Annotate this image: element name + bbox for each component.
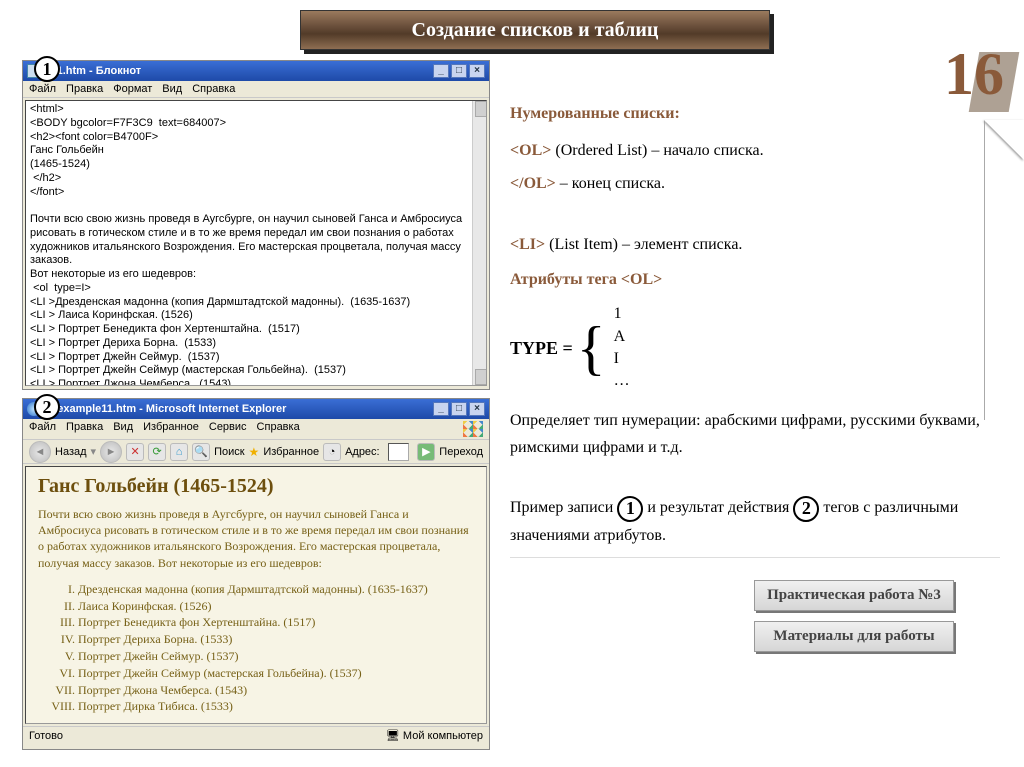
list-item: Портрет Джейн Сеймур (мастерская Гольбей… bbox=[78, 665, 474, 682]
ol-open-desc: (Ordered List) – начало списка. bbox=[555, 142, 763, 159]
rendered-paragraph: Почти всю свою жизнь проведя в Аугсбурге… bbox=[38, 506, 474, 571]
home-button[interactable]: ⌂ bbox=[170, 443, 188, 461]
menu-favorites[interactable]: Избранное bbox=[143, 421, 199, 437]
notepad-content[interactable]: <html> <BODY bgcolor=F7F3C9 text=684007>… bbox=[25, 100, 487, 386]
ie-statusbar: Готово 🖥 Мой компьютер bbox=[23, 726, 489, 744]
section-header: Нумерованные списки: bbox=[510, 100, 1000, 127]
menu-help[interactable]: Справка bbox=[257, 421, 300, 437]
badge-one: 1 bbox=[34, 56, 60, 82]
list-item: Портрет Бенедикта фон Хертенштайна. (151… bbox=[78, 614, 474, 631]
slide-title: Создание списков и таблиц bbox=[300, 10, 770, 50]
go-label: Переход bbox=[439, 446, 483, 458]
minimize-button[interactable]: _ bbox=[433, 402, 449, 416]
search-button[interactable]: 🔍 bbox=[192, 443, 210, 461]
menu-file[interactable]: Файл bbox=[29, 83, 56, 95]
address-label: Адрес: bbox=[345, 446, 380, 458]
menu-tools[interactable]: Сервис bbox=[209, 421, 247, 437]
type-option: I bbox=[614, 348, 630, 370]
type-figure: TYPE = { 1 A I … bbox=[510, 303, 1000, 393]
notepad-code: <html> <BODY bgcolor=F7F3C9 text=684007>… bbox=[30, 103, 465, 386]
my-computer-icon: 🖥 bbox=[386, 730, 403, 742]
inline-badge-two: 2 bbox=[793, 496, 819, 522]
scrollbar[interactable] bbox=[472, 101, 486, 385]
list-item: Портрет Дериха Борна. (1533) bbox=[78, 631, 474, 648]
ol-close-desc: – конец списка. bbox=[560, 175, 665, 192]
ie-window: le\example11.htm - Microsoft Internet Ex… bbox=[22, 398, 490, 750]
type-option: 1 bbox=[614, 303, 630, 325]
stop-button[interactable]: ✕ bbox=[126, 443, 144, 461]
notepad-window: e11.htm - Блокнот _ □ × Файл Правка Форм… bbox=[22, 60, 490, 390]
type-option: … bbox=[614, 370, 630, 392]
media-button[interactable]: ◔ bbox=[323, 443, 341, 461]
ol-open-tag: <OL> bbox=[510, 142, 551, 159]
menu-file[interactable]: Файл bbox=[29, 421, 56, 437]
li-tag: <LI> bbox=[510, 236, 545, 253]
example-mid: и результат действия bbox=[647, 499, 793, 516]
status-zone: Мой компьютер bbox=[403, 730, 483, 742]
list-item: Портрет Дирка Тибиса. (1533) bbox=[78, 698, 474, 715]
ie-menubar: Файл Правка Вид Избранное Сервис Справка bbox=[23, 419, 489, 440]
menu-format[interactable]: Формат bbox=[113, 83, 152, 95]
back-label: Назад bbox=[55, 446, 87, 458]
action-buttons: Практическая работа №3 Материалы для раб… bbox=[754, 580, 954, 662]
example-line: Пример записи 1 и результат действия 2 т… bbox=[510, 494, 1000, 549]
favorites-icon[interactable]: ★ bbox=[249, 445, 260, 459]
rendered-title: Ганс Гольбейн (1465-1524) bbox=[38, 475, 474, 498]
defines-text: Определяет тип нумерации: арабскими цифр… bbox=[510, 407, 1000, 461]
inline-badge-one: 1 bbox=[617, 496, 643, 522]
windows-logo-icon bbox=[463, 421, 483, 437]
separator-line bbox=[510, 557, 1000, 558]
status-ready: Готово bbox=[29, 730, 63, 742]
list-item: Дрезденская мадонна (копия Дармштадтской… bbox=[78, 581, 474, 598]
example-before: Пример записи bbox=[510, 499, 617, 516]
menu-view[interactable]: Вид bbox=[113, 421, 133, 437]
ol-close-tag: </OL> bbox=[510, 175, 556, 192]
rendered-list: Дрезденская мадонна (копия Дармштадтской… bbox=[78, 581, 474, 715]
favorites-label: Избранное bbox=[263, 446, 319, 458]
forward-button[interactable]: ► bbox=[100, 441, 122, 463]
notepad-menubar: Файл Правка Формат Вид Справка bbox=[23, 81, 489, 98]
ie-toolbar: ◄ Назад ▾ ► ✕ ⟳ ⌂ 🔍 Поиск ★ Избранное ◔ … bbox=[23, 440, 489, 464]
brace-icon: { bbox=[577, 321, 606, 375]
ie-titlebar[interactable]: le\example11.htm - Microsoft Internet Ex… bbox=[23, 399, 489, 419]
li-desc: (List Item) – элемент списка. bbox=[549, 236, 742, 253]
back-button[interactable]: ◄ bbox=[29, 441, 51, 463]
refresh-button[interactable]: ⟳ bbox=[148, 443, 166, 461]
materials-button[interactable]: Материалы для работы bbox=[754, 621, 954, 652]
type-lhs: TYPE = bbox=[510, 333, 573, 364]
maximize-button[interactable]: □ bbox=[451, 402, 467, 416]
menu-edit[interactable]: Правка bbox=[66, 421, 103, 437]
maximize-button[interactable]: □ bbox=[451, 64, 467, 78]
list-item: Портрет Джона Чемберса. (1543) bbox=[78, 682, 474, 699]
menu-help[interactable]: Справка bbox=[192, 83, 235, 95]
menu-edit[interactable]: Правка bbox=[66, 83, 103, 95]
attr-header: Атрибуты тега <OL> bbox=[510, 266, 1000, 293]
minimize-button[interactable]: _ bbox=[433, 64, 449, 78]
search-label: Поиск bbox=[214, 446, 244, 458]
close-button[interactable]: × bbox=[469, 64, 485, 78]
practice-button[interactable]: Практическая работа №3 bbox=[754, 580, 954, 611]
ie-page-body: Ганс Гольбейн (1465-1524) Почти всю свою… bbox=[25, 466, 487, 724]
address-input[interactable] bbox=[388, 443, 410, 461]
page-number: 16 bbox=[944, 40, 1004, 109]
badge-two: 2 bbox=[34, 394, 60, 420]
close-button[interactable]: × bbox=[469, 402, 485, 416]
type-option: A bbox=[614, 326, 630, 348]
go-button[interactable]: ▶ bbox=[417, 443, 435, 461]
list-item: Лаиса Коринфская. (1526) bbox=[78, 598, 474, 615]
notepad-titlebar[interactable]: e11.htm - Блокнот _ □ × bbox=[23, 61, 489, 81]
menu-view[interactable]: Вид bbox=[162, 83, 182, 95]
explanation-pane: Нумерованные списки: <OL> (Ordered List)… bbox=[510, 100, 1000, 572]
ie-title-text: le\example11.htm - Microsoft Internet Ex… bbox=[45, 403, 286, 415]
list-item: Портрет Джейн Сеймур. (1537) bbox=[78, 648, 474, 665]
